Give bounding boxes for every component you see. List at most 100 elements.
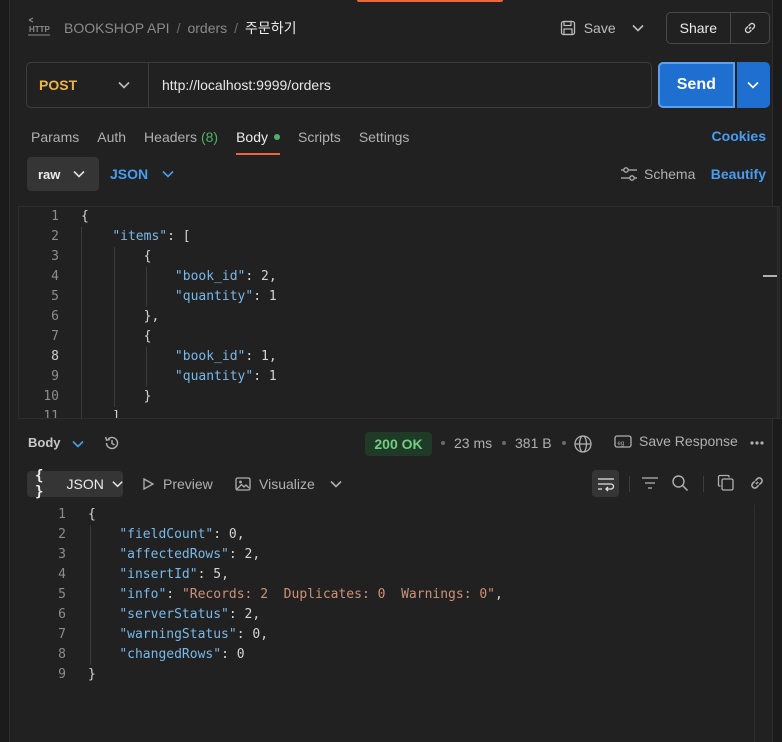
response-body-label: Body <box>28 435 61 450</box>
http-icon: HTTP <box>28 17 51 36</box>
tab-scripts[interactable]: Scripts <box>298 122 341 152</box>
schema-icon <box>621 167 637 181</box>
toolbar-divider <box>629 476 630 492</box>
tab-params-label: Params <box>31 129 80 145</box>
history-icon[interactable] <box>103 434 121 452</box>
body-mode-select[interactable]: raw <box>27 157 99 191</box>
share-button[interactable]: Share <box>667 13 731 43</box>
breadcrumb-folder[interactable]: orders <box>187 20 227 36</box>
tab-headers[interactable]: Headers (8) <box>144 122 218 152</box>
schema-label: Schema <box>644 166 696 182</box>
code-text: }, <box>81 309 160 324</box>
save-response-icon: eg <box>614 435 632 448</box>
line-number: 1 <box>51 209 59 224</box>
chevron-down-icon <box>162 170 174 178</box>
body-modified-dot <box>274 134 281 140</box>
line-number: 4 <box>58 567 66 582</box>
more-icon[interactable] <box>749 435 765 451</box>
separator-dot <box>502 441 506 445</box>
code-line: 8 "changedRows": 0 <box>18 645 770 665</box>
send-button-group: Send <box>658 62 770 108</box>
save-response-label: Save Response <box>639 433 738 449</box>
code-text: { <box>88 507 96 522</box>
editor-scrollbar[interactable] <box>777 207 778 418</box>
response-format-label: JSON <box>66 476 104 492</box>
wrap-lines-button[interactable] <box>592 470 619 497</box>
globe-icon[interactable] <box>573 434 593 454</box>
beautify-button[interactable]: Beautify <box>711 157 766 191</box>
breadcrumb-separator: / <box>176 20 181 36</box>
preview-button[interactable]: Preview <box>141 471 213 497</box>
image-icon <box>235 477 251 491</box>
code-line: 10 } <box>19 387 779 407</box>
tab-auth[interactable]: Auth <box>97 122 126 152</box>
code-text: "fieldCount": 0, <box>119 527 245 542</box>
line-number: 7 <box>58 627 66 642</box>
response-time[interactable]: 23 ms <box>454 435 492 451</box>
code-text: "info": "Records: 2 Duplicates: 0 Warnin… <box>119 587 503 602</box>
tab-body[interactable]: Body <box>236 122 281 155</box>
code-line: 2 "items": [ <box>19 227 779 247</box>
line-number: 1 <box>58 507 66 522</box>
body-format-select[interactable]: JSON <box>110 157 174 191</box>
chevron-down-icon[interactable] <box>330 480 342 488</box>
code-line: 11 ], <box>19 407 779 418</box>
tab-headers-label: Headers <box>144 129 197 145</box>
line-number: 9 <box>51 369 59 384</box>
code-line: 9} <box>18 665 770 685</box>
tab-params[interactable]: Params <box>31 122 79 152</box>
code-line: 3 "affectedRows": 2, <box>18 545 770 565</box>
copy-icon[interactable] <box>717 474 735 492</box>
code-line: 5 "info": "Records: 2 Duplicates: 0 Warn… <box>18 585 770 605</box>
code-text: } <box>88 667 96 682</box>
chevron-down-icon <box>118 81 130 89</box>
schema-button[interactable]: Schema <box>620 157 695 191</box>
line-number: 7 <box>51 329 59 344</box>
preview-label: Preview <box>163 476 213 492</box>
save-button[interactable]: Save <box>552 12 624 44</box>
braces-icon: { } <box>35 468 44 500</box>
line-number: 8 <box>58 647 66 662</box>
svg-text:eg: eg <box>618 441 625 447</box>
headers-count: (8) <box>200 129 219 145</box>
separator-dot <box>562 441 566 445</box>
tab-settings[interactable]: Settings <box>359 122 410 152</box>
code-text: "quantity": 1 <box>174 369 277 384</box>
code-text: } <box>81 389 152 404</box>
svg-text:HTTP: HTTP <box>29 25 51 34</box>
send-options-button[interactable] <box>736 62 770 108</box>
visualize-button[interactable]: Visualize <box>235 471 315 497</box>
code-line: 1{ <box>18 505 770 525</box>
method-select[interactable]: POST <box>27 63 149 107</box>
line-number: 5 <box>58 587 66 602</box>
send-button[interactable]: Send <box>658 62 735 108</box>
save-options-button[interactable] <box>624 12 652 44</box>
editor-scroll-marker[interactable] <box>763 275 777 277</box>
line-number: 6 <box>51 309 59 324</box>
filter-icon[interactable] <box>641 474 659 492</box>
chevron-down-icon[interactable] <box>72 440 84 448</box>
response-scrollbar[interactable] <box>754 505 755 742</box>
url-bar: POST http://localhost:9999/orders <box>26 62 652 108</box>
breadcrumb-collection[interactable]: BOOKSHOP API <box>64 20 170 36</box>
response-header: Body 200 OK 23 ms 381 B eg Save Response <box>10 427 770 461</box>
line-number: 6 <box>58 607 66 622</box>
code-text: { <box>81 209 89 224</box>
code-text: "book_id": 1, <box>174 349 277 364</box>
link-icon[interactable] <box>748 474 766 492</box>
line-number: 2 <box>51 229 59 244</box>
url-input[interactable]: http://localhost:9999/orders <box>149 77 331 93</box>
copy-link-button[interactable] <box>731 13 769 43</box>
request-name[interactable]: 주문하기 <box>245 18 297 38</box>
response-format-select[interactable]: { } JSON <box>27 468 123 500</box>
save-response-button[interactable]: eg Save Response <box>614 433 738 449</box>
method-label: POST <box>39 77 78 93</box>
request-body-editor[interactable]: 1{ 2 "items": [ 3 { 4 "book_id": 2, 5 "q… <box>18 206 780 419</box>
response-size[interactable]: 381 B <box>515 435 552 451</box>
status-badge[interactable]: 200 OK <box>365 432 432 456</box>
link-icon <box>744 22 756 34</box>
search-icon[interactable] <box>671 474 689 492</box>
toolbar-divider <box>703 476 704 492</box>
response-body-viewer[interactable]: 1{ 2 "fieldCount": 0, 3 "affectedRows": … <box>18 505 770 742</box>
cookies-link[interactable]: Cookies <box>712 128 766 144</box>
